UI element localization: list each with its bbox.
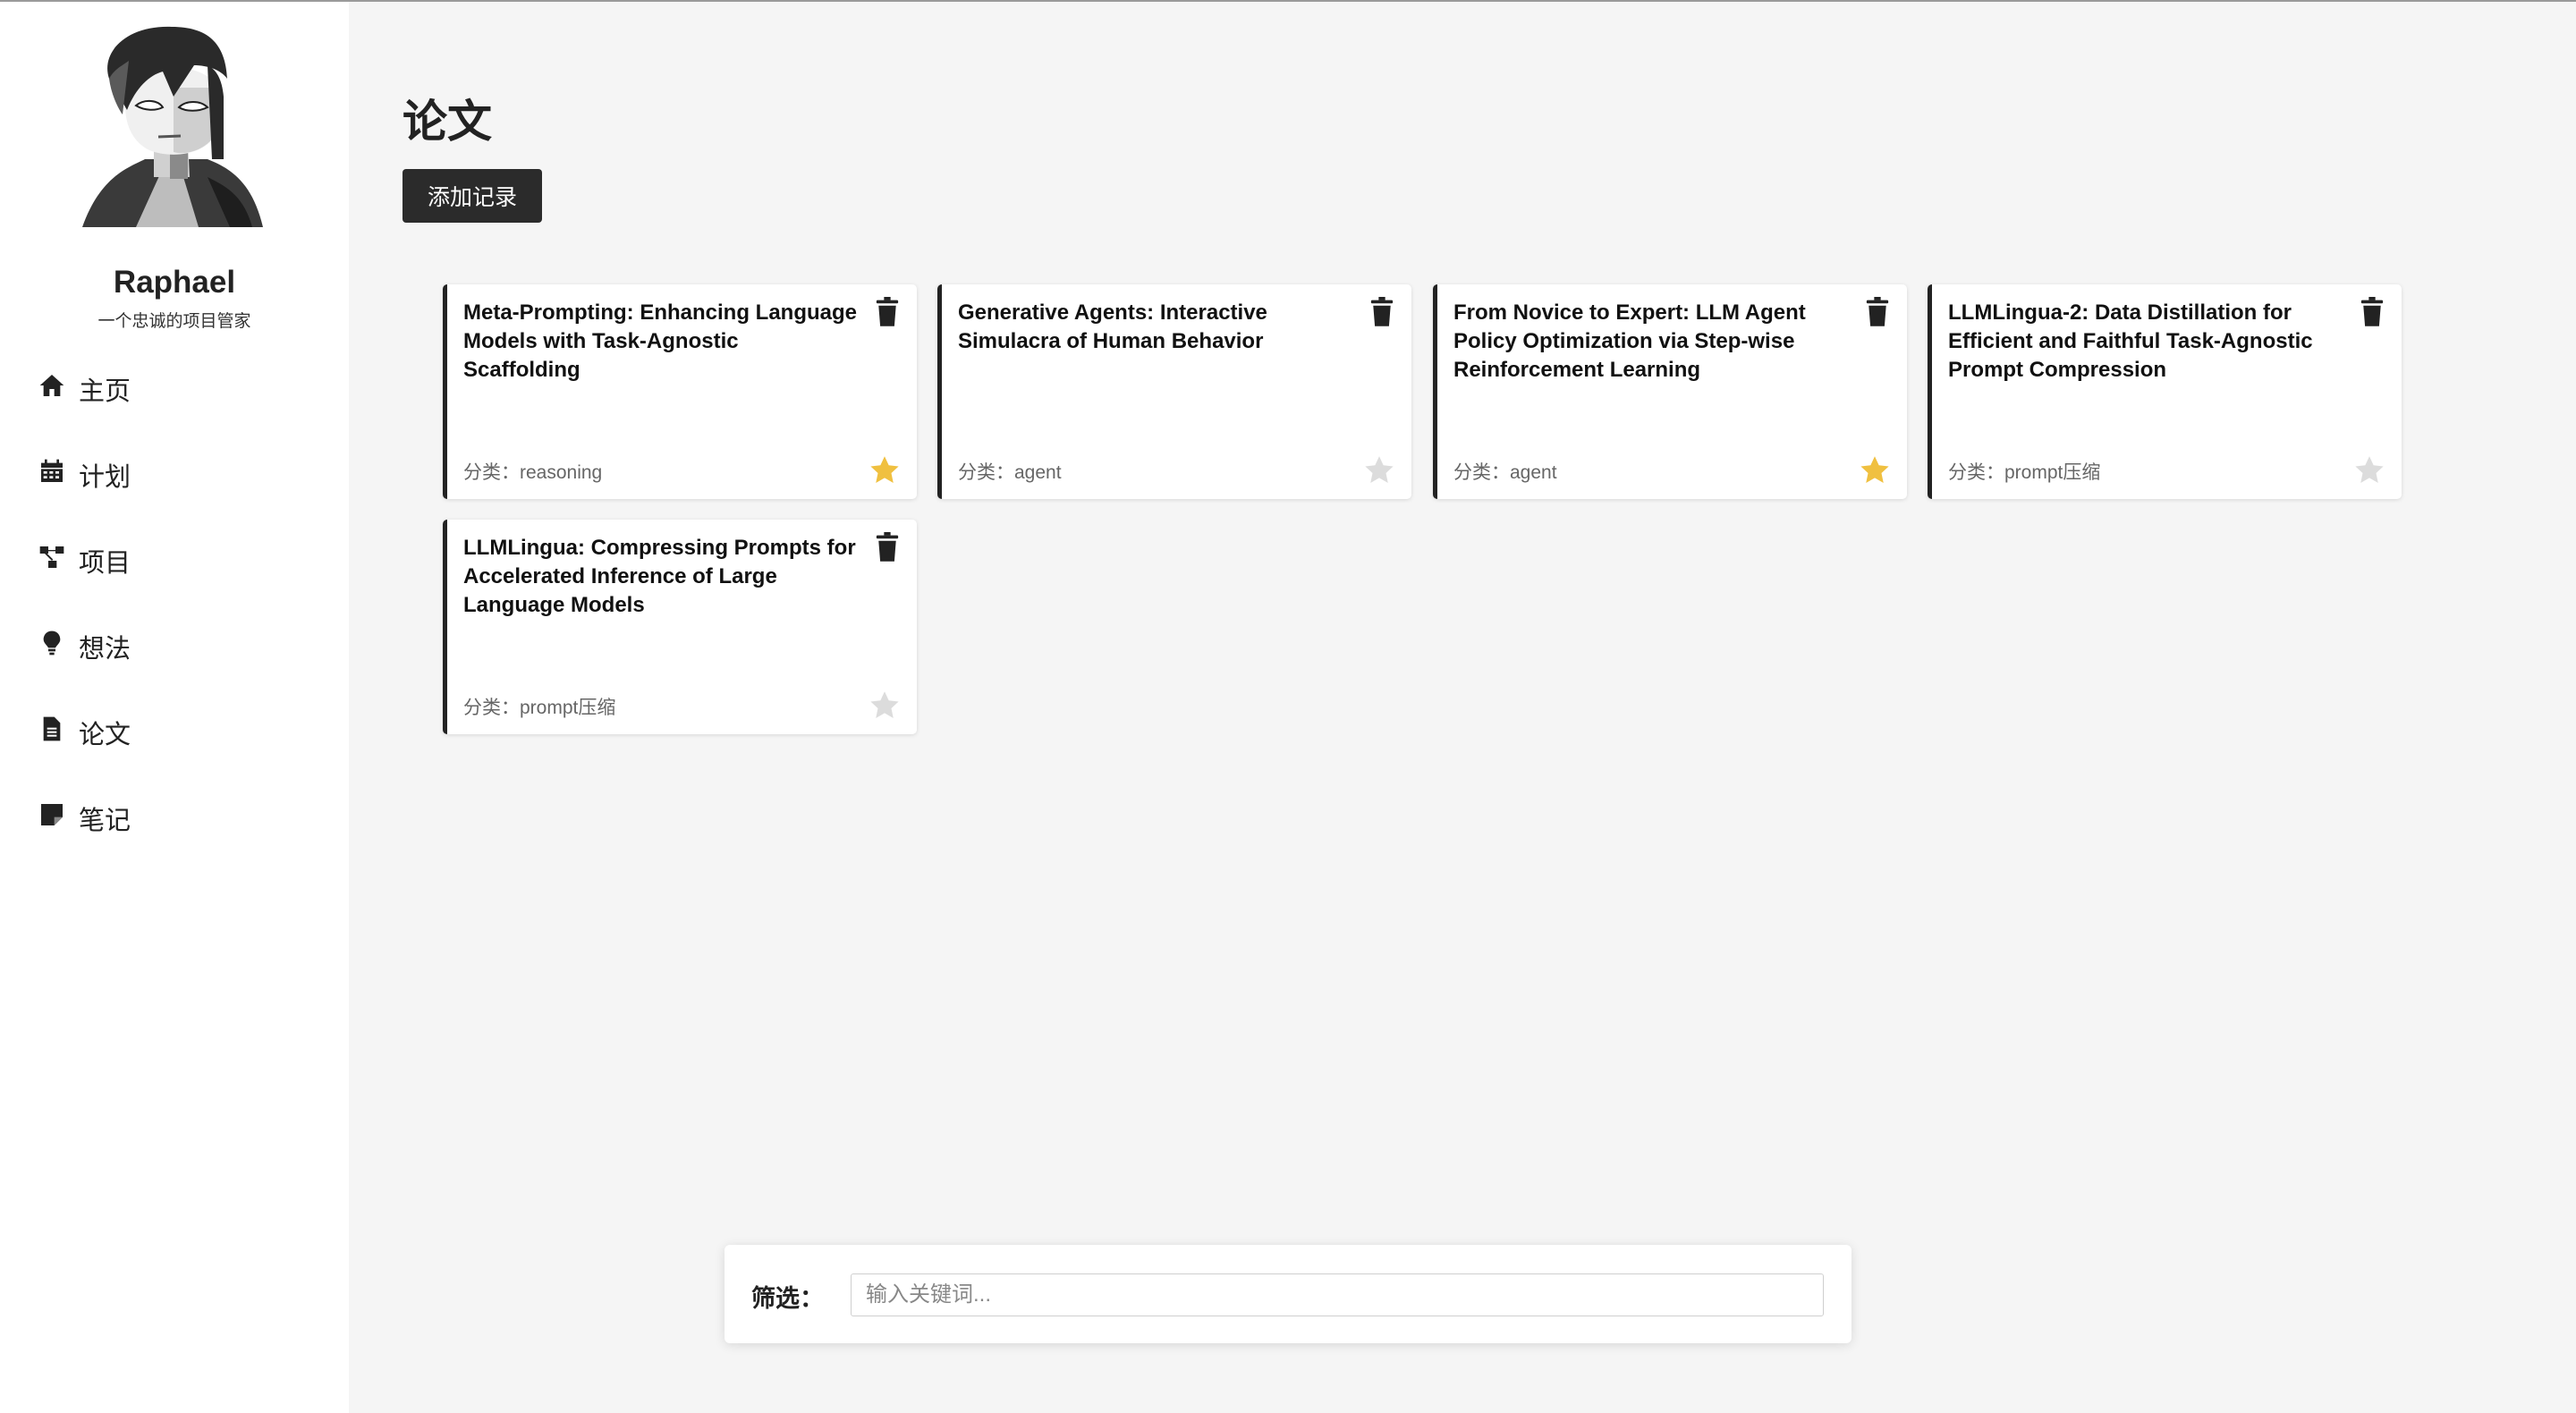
sidebar-item-label: 论文: [79, 721, 131, 749]
paper-card[interactable]: Meta-Prompting: Enhancing Language Model…: [443, 284, 917, 499]
sidebar-item-label: 项目: [79, 549, 131, 578]
sidebar-item-label: 计划: [79, 463, 131, 492]
paper-card[interactable]: LLMLingua: Compressing Prompts for Accel…: [443, 520, 917, 734]
trash-icon[interactable]: [1864, 297, 1891, 327]
paper-category: 分类：agent: [958, 462, 1062, 483]
star-icon[interactable]: [869, 690, 901, 722]
profile-name: Raphael: [113, 265, 236, 300]
calendar-icon: [38, 457, 66, 493]
paper-title: LLMLingua: Compressing Prompts for Accel…: [463, 536, 856, 617]
home-icon: [38, 371, 66, 407]
sidebar-item-projects[interactable]: 项目: [38, 538, 131, 583]
paper-category: 分类：agent: [1453, 462, 1557, 483]
paper-title: From Novice to Expert: LLM Agent Policy …: [1453, 300, 1806, 382]
page-title: 论文: [402, 97, 492, 147]
filter-input[interactable]: [851, 1273, 1824, 1316]
project-tree-icon: [38, 543, 66, 579]
sidebar-item-label: 笔记: [79, 807, 131, 835]
paper-card[interactable]: Generative Agents: Interactive Simulacra…: [937, 284, 1411, 499]
star-icon[interactable]: [869, 454, 901, 487]
trash-icon[interactable]: [1368, 297, 1395, 327]
star-icon[interactable]: [1363, 454, 1395, 487]
profile-subtitle: 一个忠诚的项目管家: [97, 312, 251, 331]
paper-category: 分类：prompt压缩: [463, 698, 616, 718]
star-icon[interactable]: [1859, 454, 1891, 487]
trash-icon[interactable]: [874, 297, 901, 327]
note-icon: [38, 800, 66, 836]
paper-title: LLMLingua-2: Data Distillation for Effic…: [1948, 300, 2313, 382]
avatar: [73, 25, 270, 231]
paper-category: 分类：reasoning: [463, 462, 603, 483]
lightbulb-icon: [38, 629, 66, 664]
add-record-button[interactable]: 添加记录: [402, 169, 542, 223]
trash-icon[interactable]: [874, 532, 901, 563]
sidebar-item-notes[interactable]: 笔记: [38, 796, 131, 841]
paper-title: Generative Agents: Interactive Simulacra…: [958, 300, 1267, 353]
sidebar-item-plan[interactable]: 计划: [38, 453, 131, 497]
sidebar-item-label: 想法: [79, 635, 131, 664]
star-icon[interactable]: [2353, 454, 2385, 487]
top-border: [0, 0, 2576, 2]
trash-icon[interactable]: [2359, 297, 2385, 327]
sidebar-item-ideas[interactable]: 想法: [38, 624, 131, 669]
paper-title: Meta-Prompting: Enhancing Language Model…: [463, 300, 858, 382]
sidebar-item-label: 主页: [79, 377, 131, 406]
sidebar: Raphael 一个忠诚的项目管家 主页 计划 项目 想法 论文 笔记: [0, 2, 349, 1413]
sidebar-item-home[interactable]: 主页: [38, 367, 131, 411]
paper-category: 分类：prompt压缩: [1948, 462, 2101, 483]
filter-label: 筛选：: [751, 1285, 824, 1312]
filter-bar: 筛选：: [724, 1245, 1852, 1343]
paper-card[interactable]: From Novice to Expert: LLM Agent Policy …: [1433, 284, 1907, 499]
sidebar-item-papers[interactable]: 论文: [38, 710, 131, 755]
document-icon: [38, 715, 66, 750]
paper-card[interactable]: LLMLingua-2: Data Distillation for Effic…: [1928, 284, 2402, 499]
